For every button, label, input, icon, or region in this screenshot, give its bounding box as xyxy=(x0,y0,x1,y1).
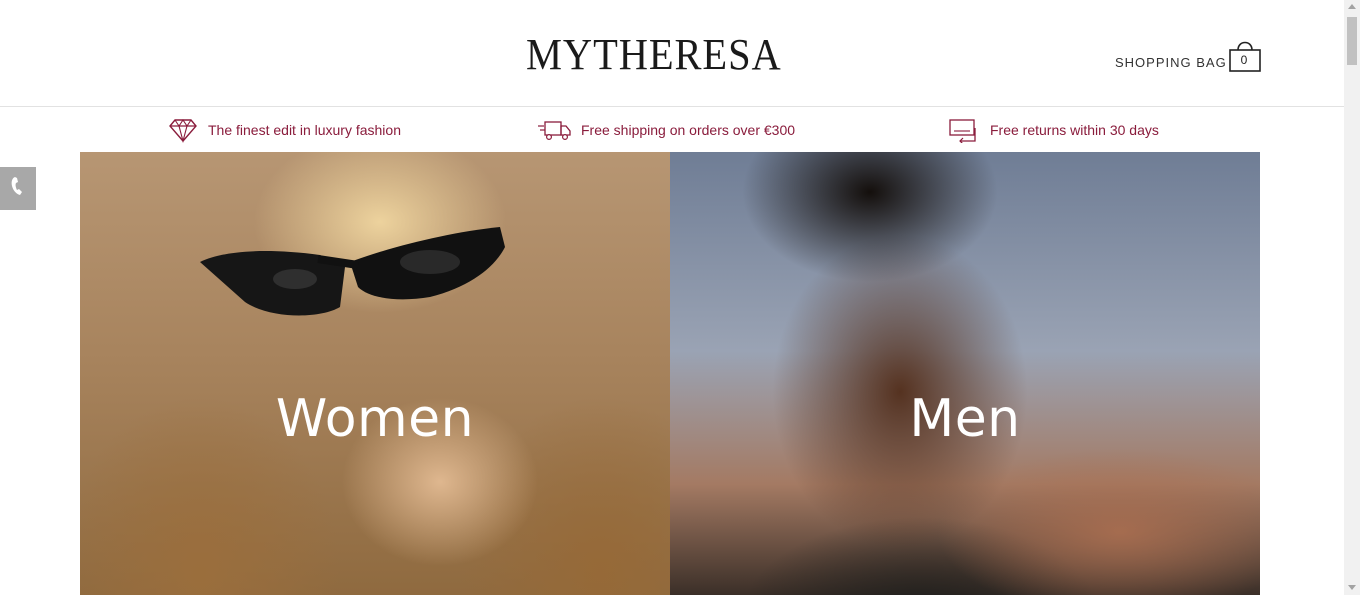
mytheresa-logo[interactable]: MYTHERESA xyxy=(526,32,793,78)
usp-text: Free shipping on orders over €300 xyxy=(581,122,796,138)
shopping-bag-icon[interactable]: 0 xyxy=(1228,38,1262,74)
truck-icon xyxy=(537,119,571,141)
men-label[interactable]: Men xyxy=(670,389,1260,449)
usp-item-free-returns: Free returns within 30 days xyxy=(948,117,1159,143)
scroll-down-arrow-icon[interactable] xyxy=(1348,585,1356,590)
women-label[interactable]: Women xyxy=(80,389,670,449)
phone-icon xyxy=(10,175,26,202)
usp-item-finest-edit: The finest edit in luxury fashion xyxy=(168,117,401,143)
sunglasses-graphic xyxy=(200,227,505,316)
diamond-icon xyxy=(168,117,198,143)
returns-icon xyxy=(948,117,980,143)
contact-phone-tab[interactable] xyxy=(0,167,36,210)
scroll-thumb[interactable] xyxy=(1347,17,1357,65)
men-category-banner[interactable]: Men xyxy=(670,152,1260,595)
usp-text: Free returns within 30 days xyxy=(990,122,1159,138)
usp-item-free-shipping: Free shipping on orders over €300 xyxy=(537,117,795,143)
scroll-up-arrow-icon[interactable] xyxy=(1348,4,1356,9)
site-header: MYTHERESA SHOPPING BAG 0 xyxy=(0,0,1344,107)
usp-text: The finest edit in luxury fashion xyxy=(208,122,401,138)
page-scrollbar[interactable] xyxy=(1344,0,1360,595)
women-category-banner[interactable]: Women xyxy=(80,152,670,595)
usp-bar: The finest edit in luxury fashion Free s… xyxy=(0,107,1344,152)
bag-count: 0 xyxy=(1240,53,1248,67)
shopping-bag-label[interactable]: SHOPPING BAG xyxy=(1115,55,1227,70)
